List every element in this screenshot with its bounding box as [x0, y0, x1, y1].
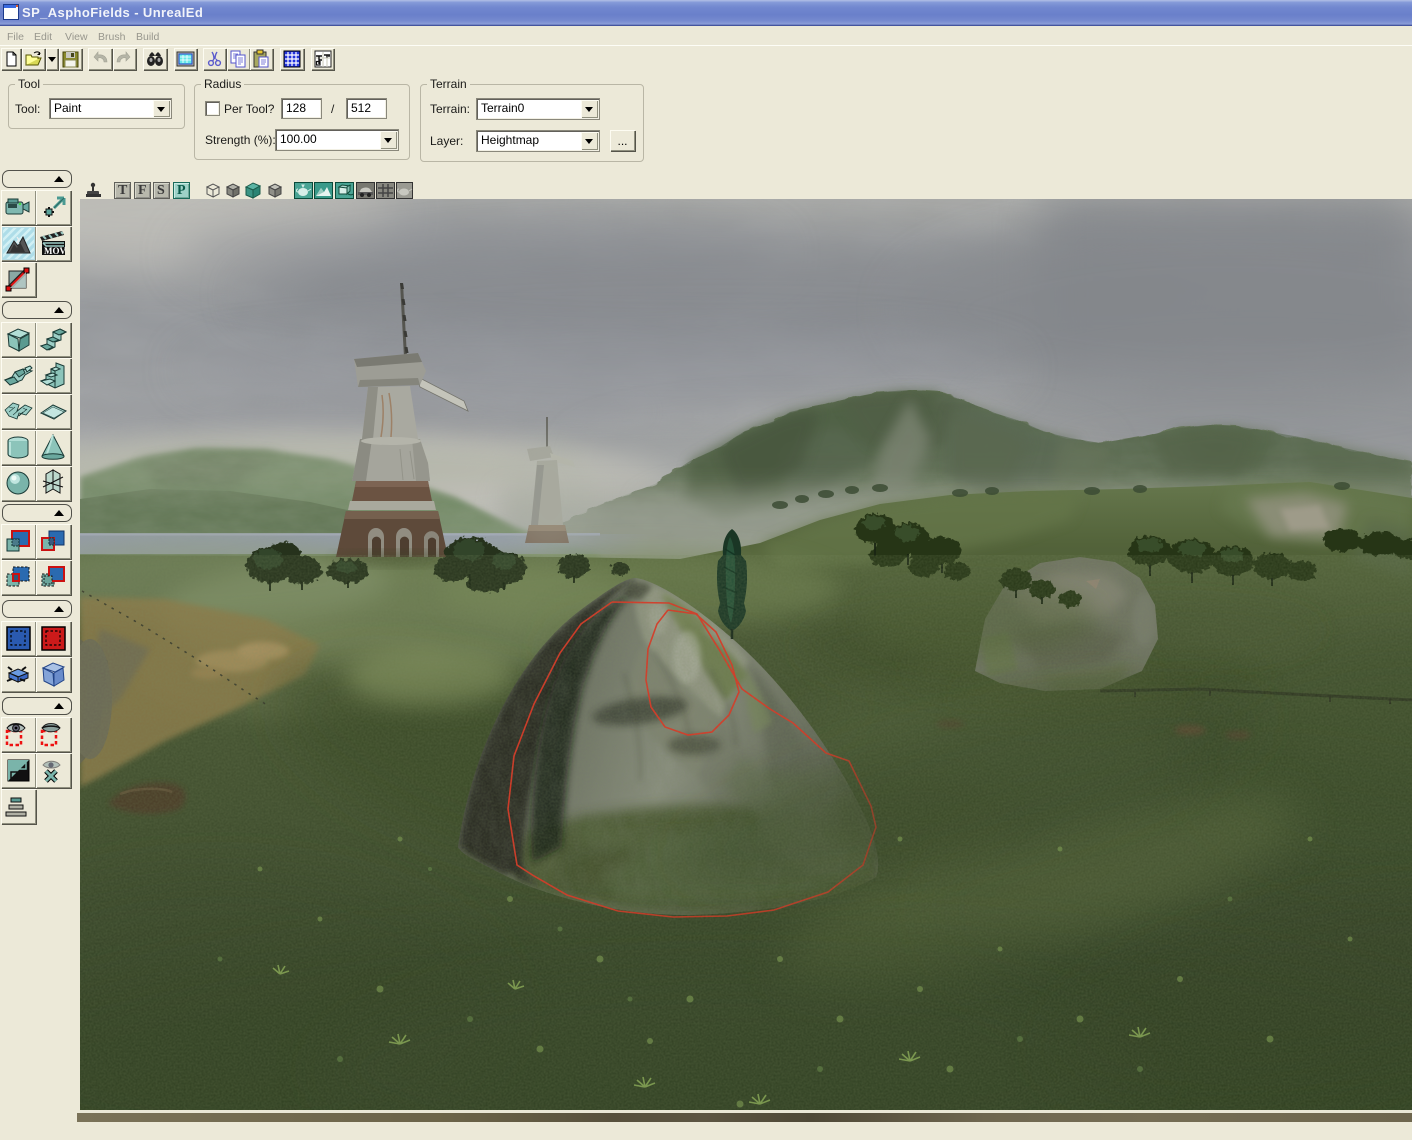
svg-text:MOV: MOV	[44, 246, 66, 256]
